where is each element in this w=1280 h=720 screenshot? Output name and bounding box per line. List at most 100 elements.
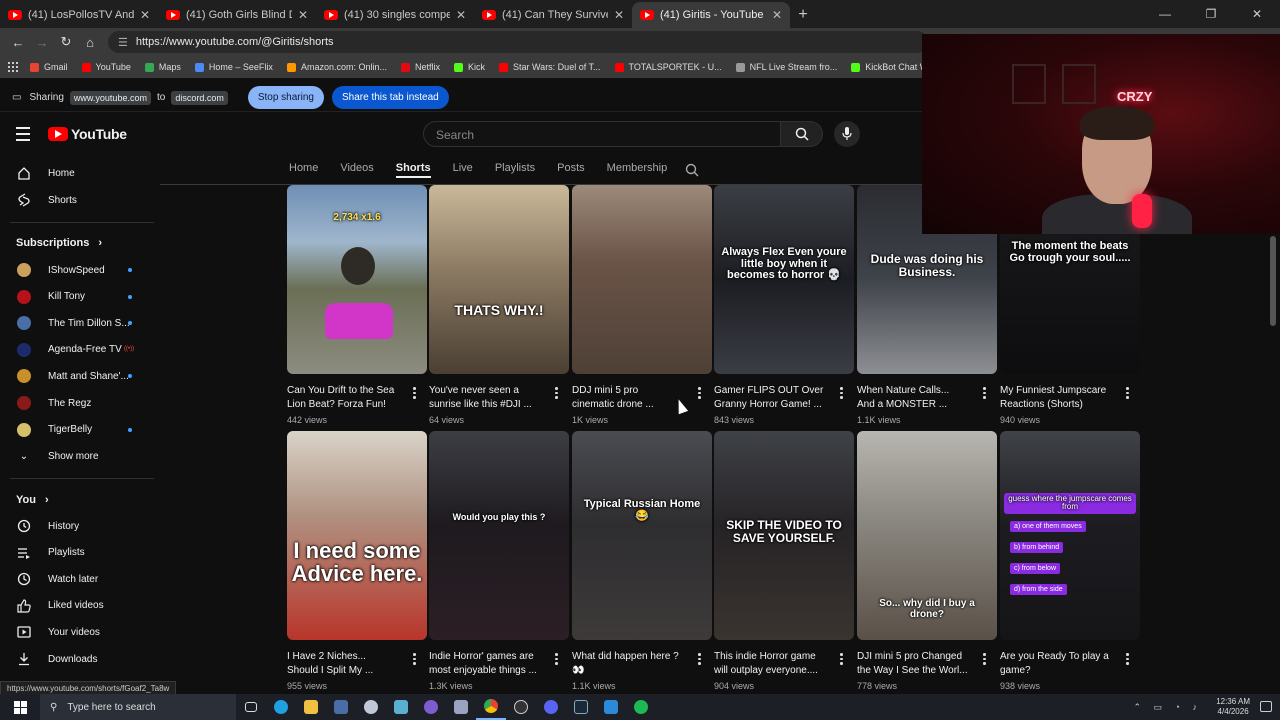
tab-posts[interactable]: Posts [557, 162, 585, 178]
more-options-icon[interactable] [413, 387, 417, 401]
short-card[interactable]: So... why did I buy a drone? DJI mini 5 p… [857, 431, 997, 710]
bookmark-item[interactable]: YouTube [81, 62, 131, 72]
channel-search-icon[interactable] [685, 163, 699, 177]
windows-start-icon[interactable] [0, 694, 40, 720]
minimize-icon[interactable]: — [1142, 0, 1188, 28]
tab-close-icon[interactable]: ✕ [614, 8, 624, 22]
short-thumbnail[interactable]: guess where the jumpscare comes from a) o… [1000, 431, 1140, 640]
app-icon[interactable] [386, 694, 416, 720]
short-title[interactable]: Gamer FLIPS OUT Over Granny Horror Game! … [714, 384, 830, 412]
sidebar-item-watch-later[interactable]: Watch later [0, 566, 154, 592]
subscription-item[interactable]: IShowSpeed [0, 257, 154, 283]
short-title[interactable]: You've never seen a sunrise like this #DJ… [429, 384, 545, 412]
sidebar-item-home[interactable]: Home [0, 160, 154, 186]
task-view-icon[interactable] [236, 694, 266, 720]
bookmark-item[interactable]: TOTALSPORTEK - U... [614, 62, 722, 72]
short-thumbnail[interactable]: Typical Russian Home 😂 [572, 431, 712, 640]
tab-close-icon[interactable]: ✕ [772, 8, 782, 22]
more-options-icon[interactable] [983, 387, 987, 401]
show-more-button[interactable]: ⌄ Show more [0, 443, 154, 469]
bookmark-item[interactable]: Gmail [30, 62, 68, 72]
bookmark-item[interactable]: Star Wars: Duel of T... [499, 62, 601, 72]
browser-tab[interactable]: (41) Giritis - YouTube ✕ [632, 2, 790, 28]
search-button[interactable] [781, 121, 823, 147]
more-options-icon[interactable] [698, 387, 702, 401]
search-input[interactable]: Search [423, 121, 781, 147]
calculator-icon[interactable] [326, 694, 356, 720]
short-title[interactable]: What did happen here ? 👀 [572, 650, 688, 678]
subscription-item[interactable]: TigerBelly [0, 417, 154, 443]
taskbar-search-field[interactable]: ⚲ Type here to search [40, 694, 236, 720]
steam-icon[interactable] [566, 694, 596, 720]
sidebar-item-playlists[interactable]: Playlists [0, 540, 154, 566]
short-title[interactable]: Are you Ready To play a game? [1000, 650, 1116, 678]
app-icon[interactable] [356, 694, 386, 720]
voice-search-button[interactable] [834, 121, 860, 147]
short-title[interactable]: Can You Drift to the Sea Lion Beat? Forza… [287, 384, 403, 412]
app-icon[interactable] [416, 694, 446, 720]
tab-home[interactable]: Home [289, 162, 318, 178]
edge-icon[interactable] [266, 694, 296, 720]
subscription-item[interactable]: Agenda-Free TV ((•)) [0, 337, 154, 363]
more-options-icon[interactable] [555, 387, 559, 401]
subscriptions-heading[interactable]: Subscriptions › [16, 237, 102, 249]
chrome-icon[interactable] [476, 694, 506, 720]
browser-tab[interactable]: (41) LosPollosTV And Dad ✕ [0, 2, 158, 28]
app-icon[interactable] [596, 694, 626, 720]
home-browser-icon[interactable]: ⌂ [78, 30, 102, 54]
restore-icon[interactable]: ❐ [1188, 0, 1234, 28]
obs-icon[interactable] [506, 694, 536, 720]
short-thumbnail[interactable]: I need some Advice here. [287, 431, 427, 640]
short-card[interactable]: SKIP THE VIDEO TO SAVE YOURSELF. This ind… [714, 431, 854, 710]
back-icon[interactable]: ← [6, 30, 30, 54]
short-thumbnail[interactable]: SKIP THE VIDEO TO SAVE YOURSELF. [714, 431, 854, 640]
discord-icon[interactable] [536, 694, 566, 720]
short-card[interactable]: Would you play this ? Indie Horror' games… [429, 431, 569, 710]
more-options-icon[interactable] [555, 653, 559, 667]
browser-tab[interactable]: (41) 30 singles compete for lov ✕ [316, 2, 474, 28]
apps-icon[interactable] [8, 62, 18, 72]
short-title[interactable]: DJI mini 5 pro Changed the Way I See the … [857, 650, 973, 678]
more-options-icon[interactable] [698, 653, 702, 667]
tab-close-icon[interactable]: ✕ [298, 8, 308, 22]
more-options-icon[interactable] [840, 653, 844, 667]
more-options-icon[interactable] [983, 653, 987, 667]
page-scrollbar[interactable] [1270, 236, 1276, 326]
browser-tab[interactable]: (41) Can They Survive The Brea ✕ [474, 2, 632, 28]
share-this-tab-button[interactable]: Share this tab instead [331, 86, 449, 109]
short-card[interactable]: 2,734 x1.6 Can You Drift to the Sea Lion B… [287, 185, 427, 444]
subscription-item[interactable]: The Tim Dillon S... [0, 310, 154, 336]
sidebar-item-history[interactable]: History [0, 513, 154, 539]
subscription-item[interactable]: The Regz [0, 390, 154, 416]
bookmark-item[interactable]: Amazon.com: Onlin... [286, 62, 387, 72]
more-options-icon[interactable] [413, 653, 417, 667]
subscription-item[interactable]: Kill Tony [0, 284, 154, 310]
short-card[interactable]: guess where the jumpscare comes from a) o… [1000, 431, 1140, 710]
bookmark-item[interactable]: Home – SeeFlix [194, 62, 273, 72]
short-title[interactable]: When Nature Calls... And a MONSTER ... [857, 384, 973, 412]
tab-playlists[interactable]: Playlists [495, 162, 535, 178]
bookmark-item[interactable]: Netflix [400, 62, 440, 72]
tab-membership[interactable]: Membership [607, 162, 668, 178]
new-tab-button[interactable]: + [790, 2, 816, 28]
bookmark-item[interactable]: NFL Live Stream fro... [735, 62, 837, 72]
forward-icon[interactable]: → [30, 30, 54, 54]
sidebar-item-liked[interactable]: Liked videos [0, 593, 154, 619]
tab-shorts[interactable]: Shorts [395, 162, 431, 178]
short-thumbnail[interactable]: THATS WHY.! [429, 185, 569, 374]
system-tray-icons[interactable]: ⌃ ▭ ◔ ♪ [1134, 702, 1202, 713]
browser-tab[interactable]: (41) Goth Girls Blind Date 7 Ni ✕ [158, 2, 316, 28]
clock[interactable]: 12:36 AM 4/4/2026 [1216, 697, 1250, 717]
short-thumbnail[interactable]: Always Flex Even youre little boy when i… [714, 185, 854, 374]
short-title[interactable]: I Have 2 Niches... Should I Split My ... [287, 650, 403, 678]
more-options-icon[interactable] [1126, 653, 1130, 667]
tab-live[interactable]: Live [453, 162, 473, 178]
close-window-icon[interactable]: ✕ [1234, 0, 1280, 28]
file-explorer-icon[interactable] [296, 694, 326, 720]
youtube-logo[interactable]: YouTube [48, 126, 127, 142]
site-info-icon[interactable]: ☰ [118, 36, 128, 49]
sidebar-item-your-videos[interactable]: Your videos [0, 619, 154, 645]
sidebar-item-downloads[interactable]: Downloads [0, 646, 154, 672]
sidebar-item-shorts[interactable]: Shorts [0, 187, 154, 213]
notifications-icon[interactable] [1260, 701, 1272, 712]
